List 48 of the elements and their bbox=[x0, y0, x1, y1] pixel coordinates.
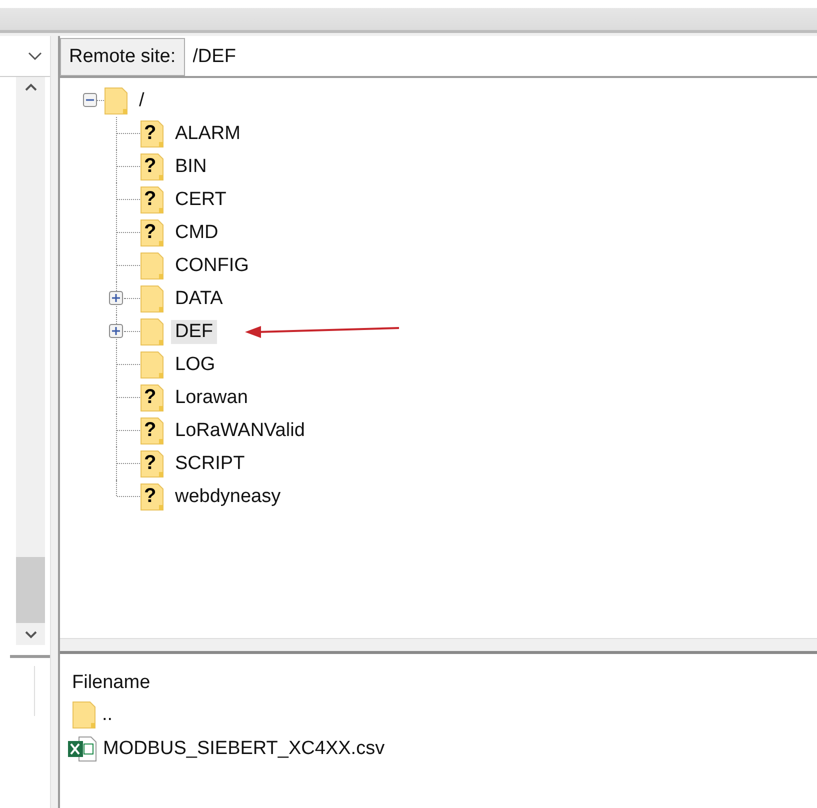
question-mark: ? bbox=[144, 154, 156, 176]
tree-item[interactable]: SCRIPT bbox=[171, 452, 249, 476]
tree-item[interactable]: CMD bbox=[171, 220, 222, 244]
folder-icon bbox=[140, 186, 164, 214]
tree-item[interactable]: CONFIG bbox=[171, 254, 253, 278]
folder-icon bbox=[140, 218, 164, 246]
remote-site-label: Remote site: bbox=[60, 38, 185, 76]
question-mark: ? bbox=[144, 418, 156, 440]
question-mark: ? bbox=[144, 220, 156, 242]
scroll-thumb[interactable] bbox=[16, 557, 45, 623]
tree-item[interactable]: webdyneasy bbox=[171, 484, 285, 508]
folder-icon bbox=[140, 284, 164, 312]
question-mark: ? bbox=[144, 386, 156, 408]
question-mark: ? bbox=[144, 122, 156, 144]
tree-item[interactable]: LoRaWANValid bbox=[171, 418, 309, 442]
tree-item[interactable]: Lorawan bbox=[171, 386, 252, 410]
scroll-up-icon[interactable] bbox=[24, 83, 36, 91]
folder-icon bbox=[72, 701, 96, 729]
tree-item[interactable]: ALARM bbox=[171, 122, 244, 146]
tree-item[interactable]: CERT bbox=[171, 188, 230, 212]
folder-icon bbox=[104, 86, 128, 114]
folder-icon bbox=[140, 252, 164, 280]
question-mark: ? bbox=[144, 484, 156, 506]
folder-icon bbox=[140, 318, 164, 346]
file-name[interactable]: .. bbox=[102, 704, 113, 726]
file-name[interactable]: MODBUS_SIEBERT_XC4XX.csv bbox=[103, 738, 385, 760]
collapse-icon[interactable] bbox=[83, 93, 97, 107]
folder-icon bbox=[140, 450, 164, 478]
folder-icon bbox=[140, 152, 164, 180]
folder-icon bbox=[140, 120, 164, 148]
question-mark: ? bbox=[144, 452, 156, 474]
scroll-down-icon[interactable] bbox=[24, 631, 36, 639]
expand-icon[interactable] bbox=[109, 291, 123, 305]
tree-item[interactable]: / bbox=[135, 88, 148, 112]
chevron-down-icon[interactable] bbox=[28, 52, 42, 60]
tree-item[interactable]: LOG bbox=[171, 352, 220, 376]
tree-item[interactable]: DATA bbox=[171, 286, 227, 310]
folder-icon bbox=[140, 482, 164, 510]
tree-item[interactable]: BIN bbox=[171, 154, 211, 178]
question-mark: ? bbox=[144, 188, 156, 210]
folder-icon bbox=[140, 384, 164, 412]
folder-icon bbox=[140, 416, 164, 444]
spreadsheet-icon bbox=[67, 736, 97, 762]
column-header[interactable]: Filename bbox=[72, 672, 150, 694]
tree-item[interactable]: DEF bbox=[171, 320, 217, 344]
folder-icon bbox=[140, 350, 164, 378]
scrollbar[interactable] bbox=[16, 77, 45, 645]
expand-icon[interactable] bbox=[109, 324, 123, 338]
